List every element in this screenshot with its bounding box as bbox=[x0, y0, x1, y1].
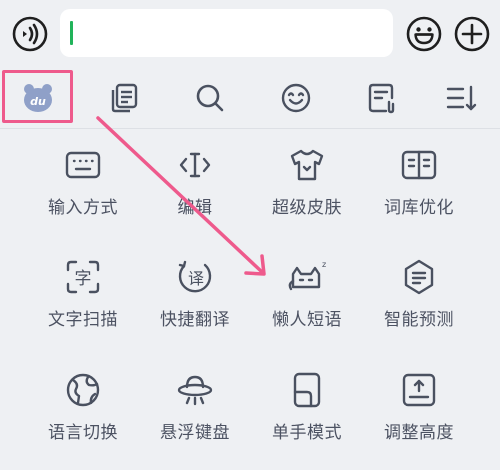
logo-highlight-box bbox=[2, 70, 73, 123]
toolbar-clipboard-button[interactable] bbox=[96, 70, 152, 126]
grid-item-label: 语言切换 bbox=[48, 423, 118, 443]
translate-icon: 译 bbox=[178, 260, 212, 293]
text-caret bbox=[70, 21, 73, 45]
keyboard-icon bbox=[65, 151, 101, 179]
grid-item-label: 懒人短语 bbox=[272, 310, 342, 330]
svg-text:译: 译 bbox=[188, 269, 204, 288]
divider bbox=[0, 128, 500, 129]
grid-item-edit[interactable]: 编辑 bbox=[139, 145, 251, 245]
grid-item-label: 单手模式 bbox=[272, 423, 342, 443]
grid-item-label: 输入方式 bbox=[48, 198, 118, 218]
grid-item-label: 超级皮肤 bbox=[272, 198, 342, 218]
scan-text-icon: 字 bbox=[66, 260, 100, 294]
emoji-button[interactable] bbox=[404, 14, 444, 54]
grid-item-quick-translate[interactable]: 译 快捷翻译 bbox=[139, 257, 251, 357]
book-icon bbox=[401, 150, 437, 180]
grid-item-floating-keyboard[interactable]: 悬浮键盘 bbox=[139, 370, 251, 470]
grid-item-smart-prediction[interactable]: 智能预测 bbox=[363, 257, 475, 357]
grid-item-label: 悬浮键盘 bbox=[160, 423, 230, 443]
input-bar bbox=[0, 0, 500, 70]
grid-item-input-method[interactable]: 输入方式 bbox=[27, 145, 139, 245]
plus-icon bbox=[454, 16, 490, 52]
voice-icon bbox=[12, 16, 48, 52]
emoji-icon bbox=[281, 83, 311, 113]
svg-text:z: z bbox=[322, 260, 326, 269]
grid-item-label: 文字扫描 bbox=[48, 310, 118, 330]
voice-input-button[interactable] bbox=[10, 14, 50, 54]
adjust-height-icon bbox=[402, 373, 436, 407]
toolbar-collapse-button[interactable] bbox=[432, 70, 488, 126]
note-edit-icon bbox=[368, 83, 395, 114]
grid-item-adjust-height[interactable]: 调整高度 bbox=[363, 370, 475, 470]
grid-item-one-hand-mode[interactable]: 单手模式 bbox=[251, 370, 363, 470]
toolbar-search-button[interactable] bbox=[182, 70, 238, 126]
grid-item-super-skin[interactable]: 超级皮肤 bbox=[251, 145, 363, 245]
text-input[interactable] bbox=[60, 9, 393, 57]
grid-item-text-scan[interactable]: 字 文字扫描 bbox=[27, 257, 139, 357]
toolbar-emoji-button[interactable] bbox=[268, 70, 324, 126]
grid-item-lazy-phrases[interactable]: z 懒人短语 bbox=[251, 257, 363, 357]
clipboard-icon bbox=[111, 83, 138, 113]
menu-collapse-icon bbox=[446, 85, 477, 111]
grid-item-label: 编辑 bbox=[177, 198, 213, 218]
toolbar-note-button[interactable] bbox=[354, 70, 410, 126]
add-button[interactable] bbox=[452, 14, 492, 54]
grid-item-label: 词库优化 bbox=[384, 198, 454, 218]
grid-item-label: 智能预测 bbox=[384, 310, 454, 330]
text-cursor-icon bbox=[179, 152, 211, 178]
sleeping-cat-icon: z bbox=[288, 260, 326, 291]
grid-item-label: 快捷翻译 bbox=[160, 310, 230, 330]
smiley-icon bbox=[406, 16, 442, 52]
keyboard-toolbar: du bbox=[0, 70, 500, 126]
grid-item-label: 调整高度 bbox=[384, 423, 454, 443]
one-hand-icon bbox=[293, 372, 321, 408]
globe-icon bbox=[66, 373, 100, 407]
tshirt-icon bbox=[290, 149, 324, 181]
prediction-icon bbox=[404, 259, 434, 295]
grid-item-language-switch[interactable]: 语言切换 bbox=[27, 370, 139, 470]
search-icon bbox=[196, 84, 224, 112]
ufo-icon bbox=[177, 375, 213, 406]
svg-text:字: 字 bbox=[75, 269, 92, 289]
grid-item-dictionary[interactable]: 词库优化 bbox=[363, 145, 475, 245]
